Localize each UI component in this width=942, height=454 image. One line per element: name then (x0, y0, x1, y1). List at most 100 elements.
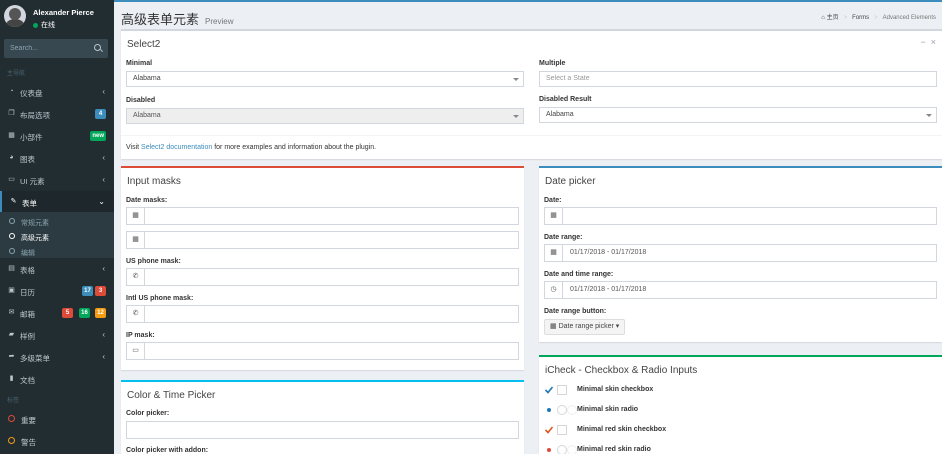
page-subtitle: Preview (205, 17, 234, 26)
sidebar-item-label: 日历 (20, 288, 35, 297)
laptop-icon: ▭ (127, 343, 145, 359)
collapse-icon[interactable]: − (920, 37, 925, 47)
intl-phone-input[interactable]: ✆ (126, 305, 519, 323)
date-mask-input-1[interactable]: ▦ (126, 207, 519, 225)
us-phone-input[interactable]: ✆ (126, 268, 519, 286)
chevron-left-icon: ‹ (102, 175, 105, 184)
disabled-result-label: Disabled Result (539, 96, 592, 103)
circle-icon (8, 437, 15, 444)
sidebar-item-label: 图表 (20, 155, 35, 164)
top-bar-accent (114, 0, 942, 2)
disabled-result-select[interactable]: Alabama (539, 107, 937, 123)
envelope-icon: ✉ (8, 309, 15, 316)
date-range-label: Date range: (544, 234, 583, 241)
sidebar-item-label: UI 元素 (20, 177, 45, 186)
sidebar-item-examples[interactable]: ▰ 样例 ‹ (0, 324, 114, 346)
breadcrumb-home[interactable]: 主页 (827, 15, 839, 21)
footer-text-pre: Visit (126, 144, 142, 151)
sidebar-subitem-advanced[interactable]: 高级元素 (0, 229, 114, 244)
close-icon[interactable]: × (931, 37, 936, 47)
box-title: Input masks (127, 176, 181, 187)
user-panel: Alexander Pierce 在线 (0, 0, 114, 36)
search-input[interactable] (4, 39, 89, 58)
calendar-icon: ▦ (127, 232, 145, 248)
date-range-button-text: Date range picker (558, 323, 614, 330)
checkbox[interactable] (557, 425, 567, 435)
sidebar-item-label: 表格 (20, 266, 35, 275)
date-input[interactable]: ▦ (544, 207, 937, 225)
date-range-picker-button[interactable]: ▦ Date range picker ▾ (544, 319, 626, 335)
disabled-label: Disabled (126, 97, 156, 104)
divider (121, 135, 942, 136)
ip-mask-label: IP mask: (126, 332, 155, 339)
date-time-range-input[interactable]: ◷ 01/17/2018 - 01/17/2018 (544, 281, 937, 299)
sidebar-item-mailbox[interactable]: ✉ 邮箱 5 16 12 (0, 302, 114, 324)
sidebar-item-ui[interactable]: ▭ UI 元素 ‹ (0, 169, 114, 191)
sidebar-label-important[interactable]: 重要 (0, 408, 114, 430)
footer-text-post: for more examples and information about … (212, 144, 377, 151)
table-icon: ▤ (8, 265, 15, 272)
sidebar-item-tables[interactable]: ▤ 表格 ‹ (0, 258, 114, 280)
icheck-row-label: Minimal skin checkbox (577, 386, 654, 393)
radio[interactable] (557, 445, 567, 454)
sidebar-item-widgets[interactable]: ▦ 小部件 new (0, 125, 114, 147)
sidebar-subitem-label: 高级元素 (21, 235, 49, 242)
checkbox-checked[interactable] (544, 385, 554, 395)
sidebar-label-warning[interactable]: 警告 (0, 430, 114, 452)
box-title: Select2 (127, 39, 161, 50)
chevron-left-icon: ‹ (102, 330, 105, 339)
sidebar-item-charts[interactable]: ◕ 图表 ‹ (0, 147, 114, 169)
calendar-icon: ▣ (8, 287, 15, 294)
icheck-row-label: Minimal red skin checkbox (577, 426, 667, 433)
disabled-select: Alabama (126, 108, 524, 124)
sidebar-subitem-general[interactable]: 常规元素 (0, 214, 114, 229)
radio-checked[interactable] (544, 405, 554, 415)
checkbox-checked-red[interactable] (544, 425, 554, 435)
multiple-select[interactable]: Select a State (539, 71, 937, 87)
color-picker-input[interactable] (126, 421, 519, 439)
icheck-box: iCheck - Checkbox & Radio Inputs Minimal… (539, 355, 942, 454)
sidebar-item-multilevel[interactable]: ➦ 多级菜单 ‹ (0, 346, 114, 368)
date-mask-input-2[interactable]: ▦ (126, 231, 519, 249)
page-title: 高级表单元素 Preview (121, 9, 233, 28)
radio[interactable] (557, 405, 567, 415)
minimal-select-value: Alabama (133, 75, 161, 82)
radio-checked-red[interactable] (544, 445, 554, 454)
chevron-down-icon: ⌄ (98, 197, 105, 206)
caret-down-icon: ▾ (615, 323, 620, 330)
sidebar-item-layout[interactable]: ❐ 布局选项 4 (0, 103, 114, 125)
circle-icon (9, 233, 15, 239)
folder-icon: ▰ (8, 331, 15, 338)
sidebar-submenu: 常规元素 高级元素 编辑 (0, 212, 114, 258)
sidebar-search (4, 39, 108, 58)
date-range-value: 01/17/2018 - 01/17/2018 (570, 249, 647, 256)
sidebar-subitem-editors[interactable]: 编辑 (0, 244, 114, 259)
minimal-select[interactable]: Alabama (126, 71, 524, 87)
clock-icon: ◷ (545, 282, 563, 298)
sidebar-item-docs[interactable]: ▮ 文档 (0, 368, 114, 390)
sidebar-subitem-label: 常规元素 (21, 220, 49, 227)
sidebar-item-forms[interactable]: ✎ 表单 ⌄ (0, 191, 114, 213)
ip-mask-input[interactable]: ▭ (126, 342, 519, 360)
sidebar-subitem-label: 编辑 (21, 250, 35, 257)
dashboard-icon: ◔ (9, 88, 14, 95)
multiple-label: Multiple (539, 60, 566, 67)
sidebar-item-calendar[interactable]: ▣ 日历 17 3 (0, 280, 114, 302)
sidebar-header-main: 主导航 (7, 71, 26, 77)
radio[interactable] (567, 445, 577, 454)
sidebar-item-label: 小部件 (20, 133, 43, 142)
date-range-input[interactable]: ▦ 01/17/2018 - 01/17/2018 (544, 244, 937, 262)
search-icon[interactable] (94, 44, 101, 51)
select2-docs-link[interactable]: Select2 documentation (141, 144, 212, 151)
box-title: Color & Time Picker (127, 390, 216, 401)
sidebar-item-label: 邮箱 (20, 310, 35, 319)
sidebar-item-label: 文档 (20, 376, 35, 385)
calendar-icon: ▦ (550, 323, 557, 330)
checkbox[interactable] (557, 385, 567, 395)
badge: 12 (95, 308, 106, 318)
chevron-left-icon: ‹ (102, 87, 105, 96)
radio[interactable] (567, 405, 577, 415)
circle-icon (9, 248, 15, 254)
sidebar-item-dashboard[interactable]: ◔ 仪表盘 ‹ (0, 81, 114, 103)
breadcrumb-forms[interactable]: Forms (852, 15, 869, 21)
